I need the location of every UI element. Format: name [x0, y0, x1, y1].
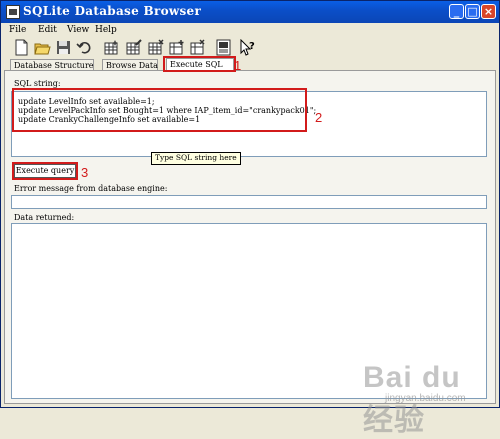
whats-this-icon[interactable]: ? [239, 39, 256, 56]
app-window: SQLite Database Browser _ □ × File Edit … [0, 0, 500, 437]
error-message-field[interactable] [11, 195, 487, 209]
window-title: SQLite Database Browser [23, 4, 202, 18]
sql-tooltip: Type SQL string here [151, 152, 241, 165]
sql-log-icon[interactable] [215, 39, 232, 56]
new-file-icon[interactable] [13, 39, 30, 56]
tab-database-structure[interactable]: Database Structure [10, 59, 94, 70]
menu-edit[interactable]: Edit [38, 23, 57, 37]
modify-table-icon[interactable] [125, 39, 142, 56]
minimize-button[interactable]: _ [449, 4, 464, 19]
save-icon[interactable] [55, 39, 72, 56]
menu-help[interactable]: Help [95, 23, 117, 37]
delete-table-icon[interactable] [147, 39, 164, 56]
error-message-label: Error message from database engine: [14, 184, 168, 193]
annotation-number-2: 2 [315, 110, 323, 125]
svg-text:?: ? [249, 41, 255, 52]
data-returned-label: Data returned: [14, 213, 75, 222]
sql-string-label: SQL string: [14, 79, 61, 88]
menu-view[interactable]: View [67, 23, 89, 37]
annotation-box-3 [12, 162, 78, 180]
tab-browse-data[interactable]: Browse Data [102, 59, 158, 70]
undo-icon[interactable] [76, 39, 93, 56]
menu-file[interactable]: File [9, 23, 26, 37]
create-index-icon[interactable] [168, 39, 185, 56]
toolbar: ? [1, 37, 499, 58]
close-button[interactable]: × [481, 4, 496, 19]
watermark-url: jingyan.baidu.com [385, 393, 466, 404]
annotation-box-2 [12, 88, 307, 132]
maximize-button[interactable]: □ [465, 4, 480, 19]
create-table-icon[interactable] [103, 39, 120, 56]
app-icon [6, 5, 20, 19]
menu-bar: File Edit View Help [1, 23, 499, 37]
title-bar[interactable]: SQLite Database Browser _ □ × [1, 1, 499, 23]
annotation-box-1 [163, 56, 236, 72]
annotation-number-3: 3 [81, 165, 89, 180]
delete-index-icon[interactable] [189, 39, 206, 56]
open-folder-icon[interactable] [34, 39, 51, 56]
annotation-number-1: 1 [234, 58, 242, 73]
